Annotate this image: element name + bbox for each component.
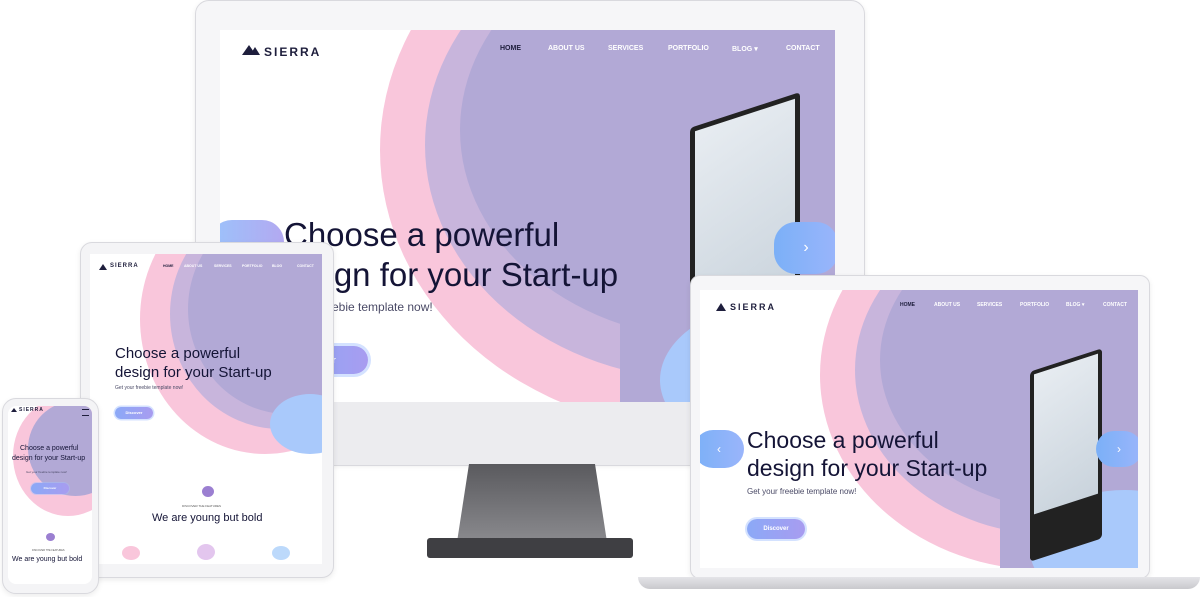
hero-subtitle: Get your freebie template now! <box>26 470 68 474</box>
hero-title-line2: design for your Start-up <box>747 455 988 481</box>
nav-portfolio[interactable]: PORTFOLIO <box>1020 302 1049 308</box>
next-arrow-button[interactable]: › <box>1096 431 1138 467</box>
nav-about[interactable]: ABOUT US <box>184 264 202 268</box>
chevron-down-icon: ▾ <box>1081 302 1085 308</box>
nav-contact[interactable]: CONTACT <box>786 45 820 52</box>
nav-blog-label: BLOG <box>732 46 753 53</box>
nav-blog[interactable]: BLOG <box>272 264 282 268</box>
laptop-base <box>638 577 1200 589</box>
hero-title-line2: design for your Start-up <box>12 455 86 462</box>
logo-mark-icon <box>99 264 107 270</box>
hero-title-line2: sign for your Start-up <box>310 256 619 293</box>
nav-blog[interactable]: BLOG ▾ <box>1066 302 1084 308</box>
nav-blog-label: BLOG <box>1066 302 1081 308</box>
nav-about[interactable]: ABOUT US <box>934 302 960 308</box>
hero-title-line1: Choose a powerful <box>747 427 939 453</box>
chevron-left-icon: ‹ <box>717 442 721 456</box>
nav-blog[interactable]: BLOG ▾ <box>732 45 758 53</box>
chevron-right-icon: › <box>1117 442 1121 456</box>
hero-subtitle: freebie template now! <box>318 300 433 314</box>
nav-contact[interactable]: CONTACT <box>297 264 314 268</box>
hero-title-line2: design for your Start-up <box>115 364 272 381</box>
chevron-down-icon: ▾ <box>754 46 758 53</box>
features-heading: We are young but bold <box>152 512 263 524</box>
features-kicker: DISCOVER THE FEATURES <box>32 549 65 552</box>
laptop-screen: SIERRA HOME ABOUT US SERVICES PORTFOLIO … <box>700 290 1138 568</box>
brand-logo[interactable]: SIERRA <box>110 263 139 269</box>
nav-about[interactable]: ABOUT US <box>548 45 585 52</box>
phone-screen: SIERRA Choose a powerful design for your… <box>8 406 92 584</box>
feature-icon-1 <box>122 546 140 560</box>
page: { "brand": { "name": "SIERRA" }, "nav": … <box>0 0 1200 597</box>
nav-home[interactable]: HOME <box>500 45 521 52</box>
menu-icon[interactable] <box>82 409 89 416</box>
brand-logo[interactable]: SIERRA <box>730 302 776 312</box>
discover-button[interactable]: Discover <box>31 483 69 494</box>
feature-blob-icon <box>202 486 214 497</box>
hero-subtitle: Get your freebie template now! <box>115 385 184 391</box>
monitor-stand <box>457 464 607 542</box>
hero-title-line1: Choose a powerful <box>115 345 241 362</box>
nav-services[interactable]: SERVICES <box>977 302 1002 308</box>
feature-icon-2 <box>197 544 215 560</box>
monitor-base <box>427 538 633 558</box>
lavender-fill <box>280 254 322 404</box>
hero-imac-illustration <box>1030 348 1102 562</box>
nav-services[interactable]: SERVICES <box>608 45 643 52</box>
features-heading: We are young but bold <box>12 556 83 563</box>
prev-arrow-button[interactable]: ‹ <box>700 430 744 468</box>
feature-blob-icon <box>46 533 55 541</box>
imac-photo <box>1034 353 1098 515</box>
tablet-screen: SIERRA HOME ABOUT US SERVICES PORTFOLIO … <box>90 254 322 564</box>
nav-home[interactable]: HOME <box>163 264 174 268</box>
nav-portfolio[interactable]: PORTFOLIO <box>668 45 709 52</box>
tablet-device: SIERRA HOME ABOUT US SERVICES PORTFOLIO … <box>80 242 334 578</box>
discover-button[interactable]: Discover <box>115 407 153 419</box>
logo-mark-icon-2 <box>250 47 260 55</box>
hero-subtitle: Get your freebie template now! <box>747 487 857 496</box>
laptop-device: SIERRA HOME ABOUT US SERVICES PORTFOLIO … <box>638 275 1200 595</box>
hero-title-line1: Choose a powerful <box>20 445 79 452</box>
nav-home[interactable]: HOME <box>900 302 915 308</box>
nav-services[interactable]: SERVICES <box>214 264 232 268</box>
chevron-right-icon: › <box>803 239 809 256</box>
nav-portfolio[interactable]: PORTFOLIO <box>242 264 262 268</box>
features-kicker: DISCOVER THE FEATURES <box>182 504 222 508</box>
next-arrow-button[interactable]: › <box>774 222 835 274</box>
logo-mark-icon <box>11 408 17 412</box>
brand-logo[interactable]: SIERRA <box>264 45 321 59</box>
nav-contact[interactable]: CONTACT <box>1103 302 1127 308</box>
discover-button[interactable]: Discover <box>747 519 805 539</box>
brand-logo[interactable]: SIERRA <box>19 407 44 413</box>
phone-device: SIERRA Choose a powerful design for your… <box>2 398 99 594</box>
feature-icon-3 <box>272 546 290 560</box>
logo-mark-icon <box>716 303 726 311</box>
